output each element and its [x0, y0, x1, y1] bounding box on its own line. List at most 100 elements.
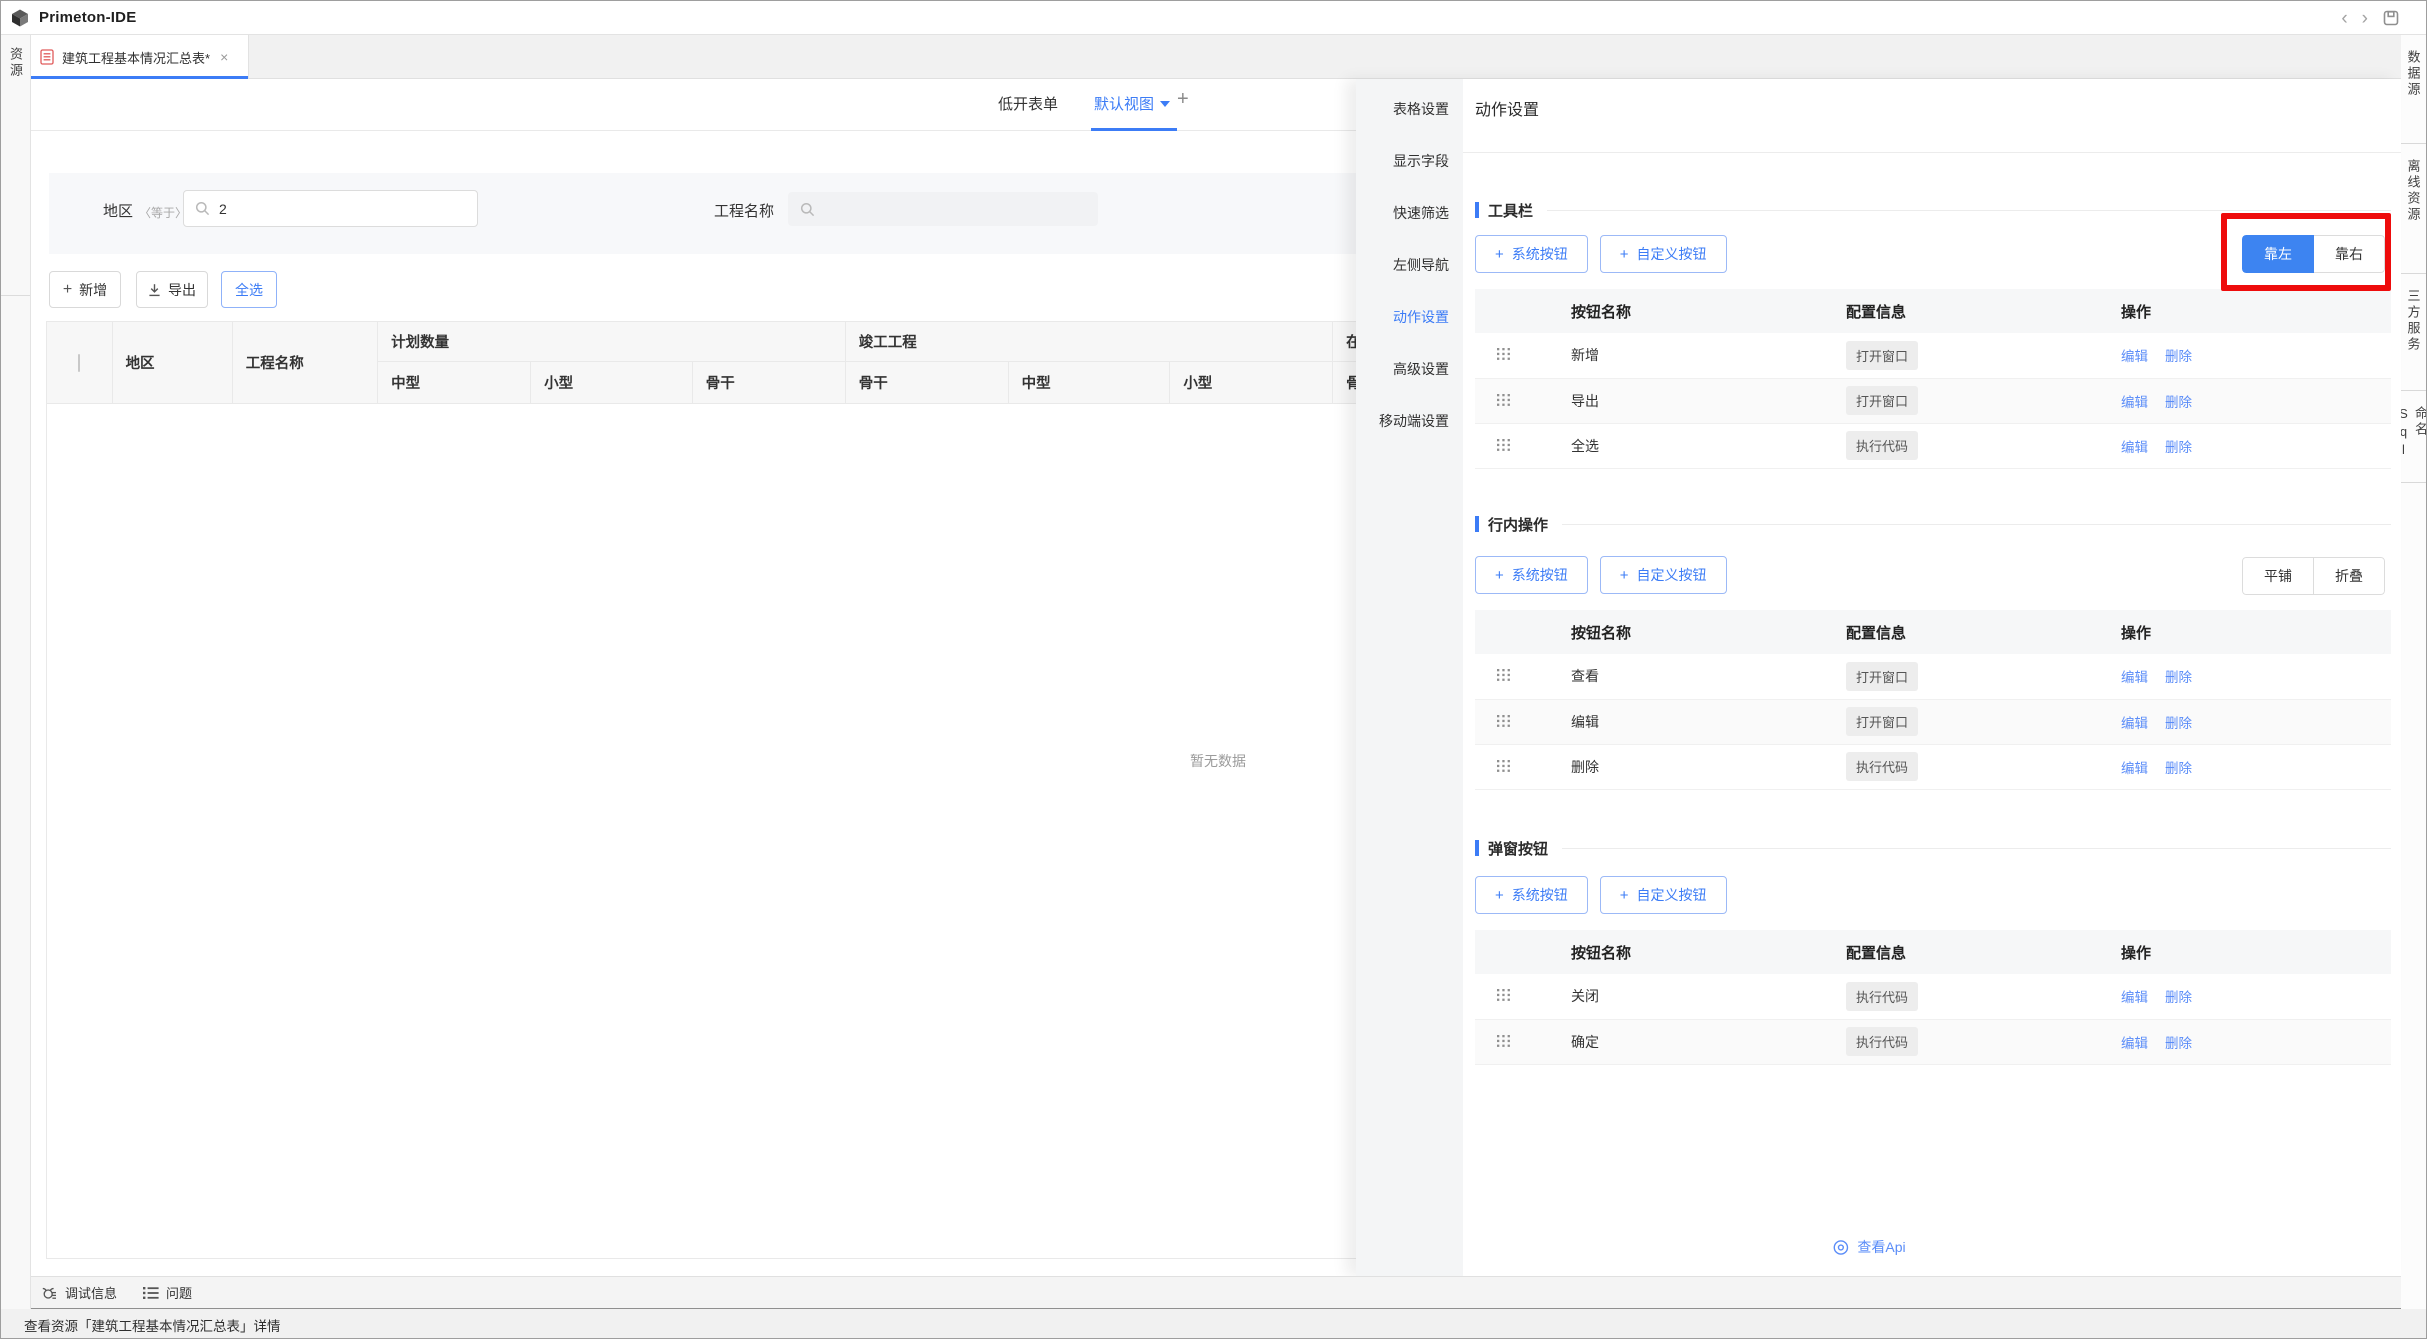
drag-handle-icon[interactable]: [1475, 439, 1510, 451]
sidebar-item-resources[interactable]: 资源: [6, 47, 25, 79]
column-header-small[interactable]: 小型: [1170, 362, 1333, 404]
add-record-button[interactable]: + 新增: [49, 271, 121, 308]
column-header-project-name[interactable]: 工程名称: [232, 322, 377, 404]
tab-action-settings[interactable]: 动作设置: [1356, 307, 1463, 359]
region-filter-operator[interactable]: 〈等于〉: [139, 204, 187, 221]
tab-mobile-settings[interactable]: 移动端设置: [1356, 411, 1463, 463]
add-view-button[interactable]: +: [1177, 88, 1189, 111]
button-name-cell: 新增: [1571, 333, 1846, 378]
collapse-toggle[interactable]: 折叠: [2313, 557, 2385, 595]
button-name-cell: 导出: [1571, 378, 1846, 423]
table-row: 新增 打开窗口 编辑 删除: [1475, 333, 2391, 378]
save-icon[interactable]: [2382, 9, 2400, 27]
drag-handle-icon[interactable]: [1475, 348, 1510, 360]
project-name-search-input[interactable]: [788, 192, 1098, 226]
project-name-filter-value: [824, 201, 1097, 217]
column-header-medium[interactable]: 中型: [1008, 362, 1170, 404]
rail-divider: [1, 295, 30, 296]
tab-default-view[interactable]: 默认视图: [1094, 93, 1170, 114]
add-system-button[interactable]: + 系统按钮: [1475, 876, 1588, 914]
delete-link[interactable]: 删除: [2165, 440, 2192, 455]
nav-back-icon[interactable]: ‹: [2341, 9, 2347, 28]
delete-link[interactable]: 删除: [2165, 1036, 2192, 1051]
header-checkbox[interactable]: [78, 354, 80, 372]
drag-handle-icon[interactable]: [1475, 1035, 1510, 1047]
select-all-checkbox-cell: [47, 322, 113, 404]
export-button[interactable]: 导出: [136, 271, 208, 308]
problems-button[interactable]: 问题: [143, 1283, 192, 1302]
settings-panel: 表格设置 显示字段 快速筛选 左侧导航 动作设置 高级设置 移动端设置 动作设置…: [1356, 79, 2401, 1276]
delete-link[interactable]: 删除: [2165, 990, 2192, 1005]
config-chip: 打开窗口: [1846, 386, 1918, 415]
filter-bar: 地区 〈等于〉 工程名称: [49, 173, 1361, 254]
config-chip: 执行代码: [1846, 431, 1918, 460]
debug-info-button[interactable]: 调试信息: [41, 1283, 117, 1302]
add-custom-button[interactable]: + 自定义按钮: [1600, 876, 1727, 914]
align-left-toggle[interactable]: 靠左: [2242, 235, 2314, 273]
edit-link[interactable]: 编辑: [2121, 1036, 2148, 1051]
edit-link[interactable]: 编辑: [2121, 440, 2148, 455]
tile-toggle[interactable]: 平铺: [2242, 557, 2314, 595]
nav-forward-icon[interactable]: ›: [2362, 9, 2368, 28]
sidebar-item-third-party-services[interactable]: 三方服务: [2400, 274, 2426, 391]
tab-display-fields[interactable]: 显示字段: [1356, 151, 1463, 203]
edit-link[interactable]: 编辑: [2121, 761, 2148, 776]
column-group-planned-quantity[interactable]: 计划数量: [378, 322, 846, 362]
drag-handle-icon[interactable]: [1475, 989, 1510, 1001]
select-all-button[interactable]: 全选: [221, 271, 277, 308]
edit-link[interactable]: 编辑: [2121, 716, 2148, 731]
column-group-completed-projects[interactable]: 竣工工程: [845, 322, 1332, 362]
sidebar-item-datasource[interactable]: 数据源: [2400, 35, 2426, 144]
close-icon[interactable]: ×: [220, 50, 228, 64]
region-filter-value: [219, 201, 477, 217]
edit-link[interactable]: 编辑: [2121, 395, 2148, 410]
edit-link[interactable]: 编辑: [2121, 990, 2148, 1005]
sidebar-item-offline-resources[interactable]: 离线资源: [2400, 144, 2426, 274]
plus-icon: +: [1620, 888, 1629, 903]
add-custom-button[interactable]: + 自定义按钮: [1600, 235, 1727, 273]
drag-column-header: [1475, 930, 1571, 974]
column-header-backbone[interactable]: 骨干: [692, 362, 845, 404]
drag-handle-icon[interactable]: [1475, 394, 1510, 406]
drag-handle-icon[interactable]: [1475, 760, 1510, 772]
tab-advanced-settings[interactable]: 高级设置: [1356, 359, 1463, 411]
add-custom-button[interactable]: + 自定义按钮: [1600, 556, 1727, 594]
delete-link[interactable]: 删除: [2165, 761, 2192, 776]
table-row: 查看 打开窗口 编辑删除: [1475, 654, 2391, 699]
tab-quick-filter[interactable]: 快速筛选: [1356, 203, 1463, 255]
view-api-link[interactable]: 查看Api: [1832, 1237, 1905, 1257]
button-name-cell: 关闭: [1571, 974, 1846, 1019]
section-title-popup-buttons: 弹窗按钮: [1475, 837, 2391, 859]
status-bar: 查看资源「建筑工程基本情况汇总表」详情: [1, 1309, 2427, 1339]
add-system-button[interactable]: + 系统按钮: [1475, 556, 1588, 594]
debug-icon: [41, 1284, 58, 1301]
delete-link[interactable]: 删除: [2165, 670, 2192, 685]
column-header-region[interactable]: 地区: [112, 322, 232, 404]
tab-left-navigation[interactable]: 左侧导航: [1356, 255, 1463, 307]
sidebar-item-named-sql[interactable]: 命名Sql: [2400, 391, 2426, 483]
delete-link[interactable]: 删除: [2165, 349, 2192, 364]
column-header-medium[interactable]: 中型: [378, 362, 531, 404]
edit-link[interactable]: 编辑: [2121, 349, 2148, 364]
delete-link[interactable]: 删除: [2165, 395, 2192, 410]
drag-handle-icon[interactable]: [1475, 715, 1510, 727]
drag-column-header: [1475, 289, 1571, 333]
add-system-button[interactable]: + 系统按钮: [1475, 235, 1588, 273]
config-chip: 执行代码: [1846, 1027, 1918, 1056]
tab-table-settings[interactable]: 表格设置: [1356, 99, 1463, 151]
button-name-cell: 删除: [1571, 744, 1846, 789]
app-window: Primeton-IDE ‹ › 资源 数据源 离线资源 三方服务 命名Sql: [0, 0, 2427, 1339]
drag-handle-icon[interactable]: [1475, 669, 1510, 681]
tab-summary-table[interactable]: 建筑工程基本情况汇总表* ×: [31, 35, 249, 79]
config-chip: 打开窗口: [1846, 341, 1918, 370]
tab-lowcode-form[interactable]: 低开表单: [998, 93, 1058, 114]
column-header-backbone[interactable]: 骨干: [845, 362, 1008, 404]
region-search-input[interactable]: [183, 190, 478, 227]
edit-link[interactable]: 编辑: [2121, 670, 2148, 685]
align-right-toggle[interactable]: 靠右: [2313, 235, 2385, 273]
section-rule: [1562, 524, 2391, 525]
delete-link[interactable]: 删除: [2165, 716, 2192, 731]
plus-icon: +: [63, 282, 72, 298]
column-header-small[interactable]: 小型: [531, 362, 693, 404]
status-text: 查看资源「建筑工程基本情况汇总表」详情: [24, 1315, 281, 1335]
